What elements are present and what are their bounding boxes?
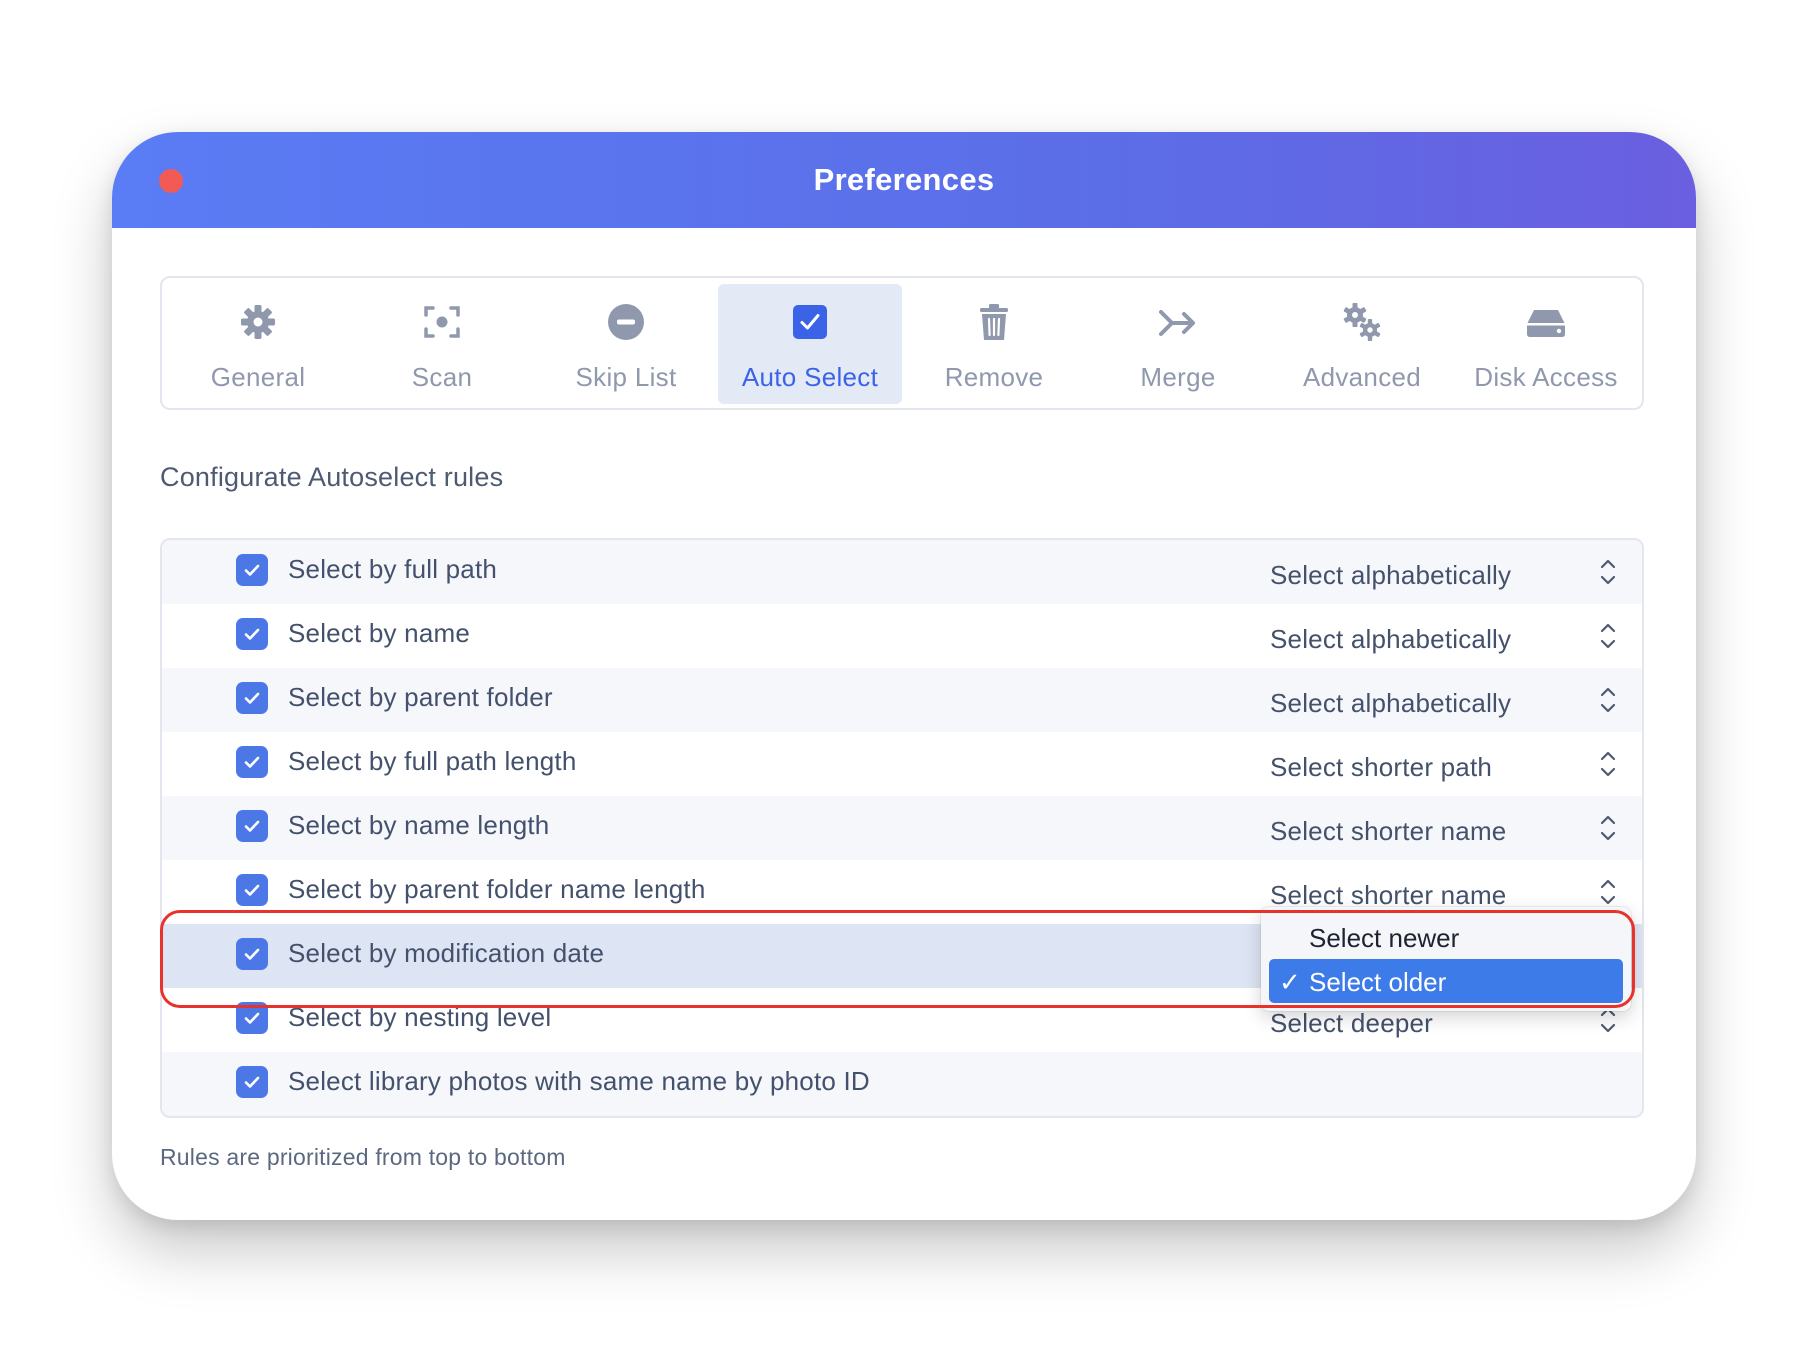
chevron-updown-icon	[1598, 684, 1618, 716]
merge-arrow-icon	[1156, 300, 1200, 344]
rule-checkbox[interactable]	[236, 682, 268, 714]
rule-option-select[interactable]: Select alphabetically	[1270, 623, 1616, 658]
dropdown-option-label: Select older	[1309, 967, 1447, 997]
rule-label: Select library photos with same name by …	[288, 1066, 870, 1096]
rule-checkbox[interactable]	[236, 938, 268, 970]
tab-advanced[interactable]: Advanced	[1270, 284, 1454, 404]
select-value: Select alphabetically	[1270, 560, 1512, 590]
window-title: Preferences	[813, 162, 995, 197]
rule-checkbox[interactable]	[236, 746, 268, 778]
rule-row: Select by full path length Select shorte…	[162, 732, 1642, 796]
rule-row: Select library photos with same name by …	[162, 1052, 1642, 1116]
rule-option-select[interactable]: Select alphabetically	[1270, 687, 1616, 722]
rule-checkbox[interactable]	[236, 554, 268, 586]
select-value: Select alphabetically	[1270, 688, 1512, 718]
section-title: Configurate Autoselect rules	[160, 462, 504, 492]
rule-checkbox[interactable]	[236, 810, 268, 842]
rules-list: Select by full path Select alphabeticall…	[160, 538, 1644, 1118]
tab-disk-access[interactable]: Disk Access	[1454, 284, 1638, 404]
dropdown-option-older[interactable]: ✓ Select older	[1269, 959, 1623, 1003]
select-value: Select shorter path	[1270, 752, 1493, 782]
rule-option-select[interactable]: Select shorter name	[1270, 815, 1616, 850]
tab-merge[interactable]: Merge	[1086, 284, 1270, 404]
rule-row: Select by name length Select shorter nam…	[162, 796, 1642, 860]
tab-label: General	[210, 362, 306, 392]
rule-option-select[interactable]: Select alphabetically	[1270, 559, 1616, 594]
tab-scan[interactable]: Scan	[350, 284, 534, 404]
tab-remove[interactable]: Remove	[902, 284, 1086, 404]
select-value: Select shorter name	[1270, 816, 1507, 846]
select-value: Select deeper	[1270, 1008, 1434, 1038]
preferences-toolbar: General Scan Skip List Auto Select Remov…	[160, 276, 1644, 410]
chevron-updown-icon	[1598, 876, 1618, 908]
rule-label: Select by name	[288, 618, 471, 648]
rule-label: Select by parent folder	[288, 682, 553, 712]
scan-frame-icon	[420, 300, 464, 344]
trash-icon	[972, 300, 1016, 344]
minus-circle-icon	[604, 300, 648, 344]
chevron-updown-icon	[1598, 620, 1618, 652]
gears-icon	[1340, 300, 1384, 344]
rule-label: Select by name length	[288, 810, 550, 840]
rule-checkbox[interactable]	[236, 1066, 268, 1098]
tab-label: Scan	[411, 362, 473, 392]
chevron-updown-icon	[1598, 556, 1618, 588]
checkmark-icon: ✓	[1279, 967, 1301, 997]
rule-checkbox[interactable]	[236, 618, 268, 650]
disk-icon	[1524, 300, 1568, 344]
select-value: Select alphabetically	[1270, 624, 1512, 654]
tab-auto-select[interactable]: Auto Select	[718, 284, 902, 404]
rule-checkbox[interactable]	[236, 1002, 268, 1034]
rule-label: Select by nesting level	[288, 1002, 552, 1032]
tab-label: Merge	[1140, 362, 1216, 392]
gear-icon	[236, 300, 280, 344]
dropdown-option-newer[interactable]: Select newer	[1269, 915, 1623, 959]
tab-label: Disk Access	[1474, 362, 1618, 392]
rule-option-select[interactable]: Select shorter path	[1270, 751, 1616, 786]
tab-label: Skip List	[575, 362, 677, 392]
tab-label: Advanced	[1302, 362, 1422, 392]
rule-row: Select by full path Select alphabeticall…	[162, 540, 1642, 604]
tab-label: Remove	[944, 362, 1044, 392]
tab-skip-list[interactable]: Skip List	[534, 284, 718, 404]
rule-label: Select by parent folder name length	[288, 874, 706, 904]
tab-label: Auto Select	[741, 362, 879, 392]
checkbox-icon	[788, 300, 832, 344]
dropdown-option-label: Select newer	[1309, 923, 1460, 953]
rule-row: Select by parent folder Select alphabeti…	[162, 668, 1642, 732]
rule-row: Select by name Select alphabetically	[162, 604, 1642, 668]
preferences-window: Preferences General Scan Skip List Auto …	[112, 132, 1696, 1220]
rule-label: Select by full path	[288, 554, 498, 584]
rule-label: Select by full path length	[288, 746, 577, 776]
footnote: Rules are prioritized from top to bottom	[160, 1144, 566, 1170]
dropdown-menu: Select newer ✓ Select older	[1261, 907, 1631, 1011]
rule-checkbox[interactable]	[236, 874, 268, 906]
rule-label: Select by modification date	[288, 938, 605, 968]
chevron-updown-icon	[1598, 748, 1618, 780]
tab-general[interactable]: General	[166, 284, 350, 404]
chevron-updown-icon	[1598, 812, 1618, 844]
title-bar[interactable]: Preferences	[112, 132, 1696, 228]
rule-option-select[interactable]: Select deeper	[1270, 1007, 1616, 1042]
